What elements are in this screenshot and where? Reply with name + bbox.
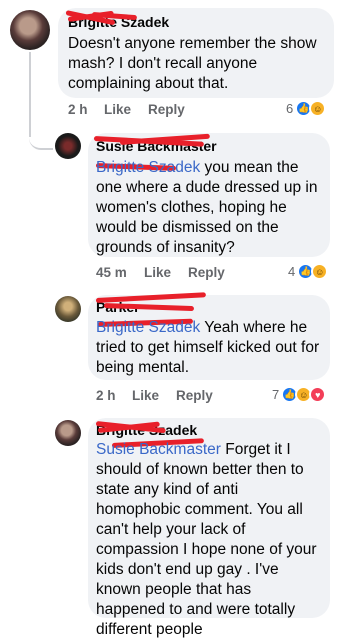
reaction-summary[interactable]: 4 👍 ☺ [288,263,329,280]
comment-time: 2 h [68,102,88,117]
thread-connector [29,120,53,150]
comment-actions: 2 h Like Reply [68,102,185,117]
reaction-count: 6 [286,101,294,116]
reply-button[interactable]: Reply [188,265,225,280]
comment-time: 2 h [96,388,116,403]
comment-text: Brigitte Szadek you mean the one where a… [96,158,324,258]
like-button[interactable]: Like [144,265,188,280]
mention-link[interactable]: Susie Backmaster [96,441,221,458]
mention-link[interactable]: Brigitte Szadek [96,319,200,336]
like-button[interactable]: Like [104,102,148,117]
reaction-summary[interactable]: 6 👍 ☺ [286,100,327,117]
comment-actions: 2 h Like Reply [96,388,213,403]
avatar[interactable] [55,296,81,322]
comment-body: Forget it I should of known better then … [96,441,317,638]
comment-time: 45 m [96,265,127,280]
love-reaction-icon: ♥ [309,386,327,403]
avatar[interactable] [55,420,81,446]
comment-text: Brigitte Szadek Yeah where he tried to g… [96,318,324,378]
reply-button[interactable]: Reply [148,102,185,117]
like-button[interactable]: Like [132,388,176,403]
haha-reaction-icon: ☺ [309,100,327,117]
avatar[interactable] [55,133,81,159]
reaction-summary[interactable]: 7 👍 ☺ ♥ [272,386,327,403]
reply-button[interactable]: Reply [176,388,213,403]
comment-text: Susie Backmaster Forget it I should of k… [96,440,324,640]
haha-reaction-icon: ☺ [311,263,329,280]
reaction-count: 7 [272,387,280,402]
reaction-count: 4 [288,264,296,279]
comment-actions: 45 m Like Reply [96,265,225,280]
comment-text: Doesn't anyone remember the show mash? I… [68,35,317,92]
avatar[interactable] [10,10,50,50]
mention-link[interactable]: Brigitte Szadek [96,159,200,176]
